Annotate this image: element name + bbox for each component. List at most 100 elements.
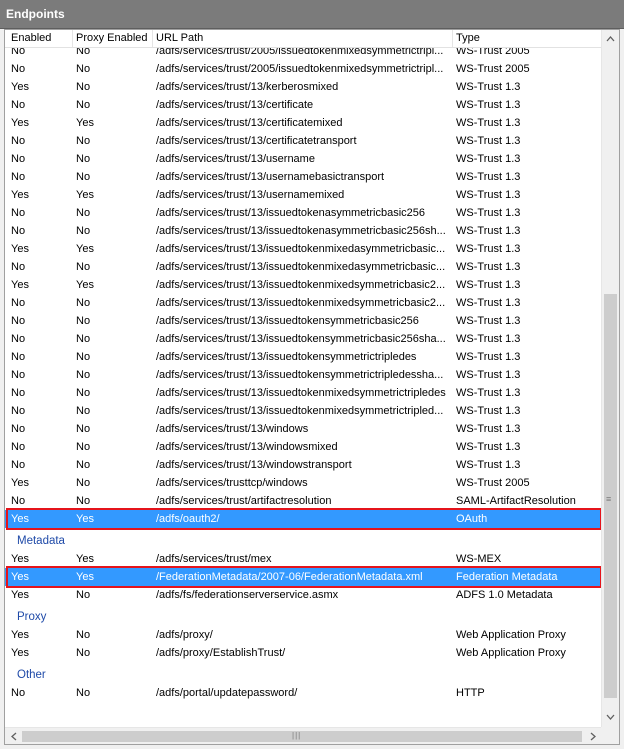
- column-divider[interactable]: [452, 30, 453, 47]
- cell-enabled: No: [11, 459, 26, 471]
- scroll-down-button[interactable]: [602, 708, 619, 725]
- table-row[interactable]: No No/adfs/portal/updatepassword/HTTP: [5, 684, 601, 702]
- cell-enabled: Yes: [11, 243, 29, 255]
- table-row[interactable]: No No/adfs/services/trust/13/issuedtokenm…: [5, 384, 601, 402]
- cell-url-path: /adfs/services/trusttcp/windows: [156, 477, 308, 489]
- table-row[interactable]: Yes Yes/FederationMetadata/2007-06/Federa…: [5, 568, 601, 586]
- table-row[interactable]: No No/adfs/services/trust/13/windows WS-Tr…: [5, 420, 601, 438]
- table-row[interactable]: No No/adfs/services/trust/13/windowstrans…: [5, 456, 601, 474]
- table-row[interactable]: No No/adfs/services/trust/13/issuedtokens…: [5, 312, 601, 330]
- table-row[interactable]: Yes No/adfs/fs/federationserverservice.as…: [5, 586, 601, 604]
- cell-url-path: /adfs/services/trust/13/usernamebasictra…: [156, 171, 385, 183]
- table-row[interactable]: No No/adfs/services/trust/13/windowsmixed…: [5, 438, 601, 456]
- cell-type: WS-Trust 1.3: [456, 207, 521, 219]
- column-header-enabled[interactable]: Enabled: [11, 32, 51, 44]
- column-header: Enabled Proxy Enabled URL Path Type: [5, 30, 601, 48]
- cell-url-path: /adfs/services/trust/13/issuedtokensymme…: [156, 333, 446, 345]
- cell-enabled: No: [11, 315, 26, 327]
- cell-url-path: /FederationMetadata/2007-06/FederationMe…: [156, 571, 423, 583]
- table-row[interactable]: No No/adfs/services/trust/13/username WS-T…: [5, 150, 601, 168]
- cell-proxy-enabled: No: [76, 261, 91, 273]
- table-row[interactable]: No No/adfs/services/trust/13/issuedtokens…: [5, 348, 601, 366]
- table-row[interactable]: Yes Yes/adfs/services/trust/mex WS-MEX: [5, 550, 601, 568]
- cell-url-path: /adfs/services/trust/13/usernamemixed: [156, 189, 345, 201]
- cell-type: WS-Trust 1.3: [456, 225, 521, 237]
- table-row[interactable]: No No/adfs/services/trust/13/issuedtokenm…: [5, 258, 601, 276]
- cell-proxy-enabled: Yes: [76, 279, 94, 291]
- cell-type: WS-Trust 1.3: [456, 459, 521, 471]
- table-row[interactable]: No No/adfs/services/trust/13/issuedtokenm…: [5, 402, 601, 420]
- triangle-left-icon: [10, 732, 16, 741]
- cell-type: Web Application Proxy: [456, 629, 566, 641]
- table-row[interactable]: Yes Yes/adfs/services/trust/13/issuedtoke…: [5, 240, 601, 258]
- table-row[interactable]: No No/adfs/services/trust/13/issuedtokens…: [5, 330, 601, 348]
- table-row[interactable]: Yes Yes/adfs/services/trust/13/usernamemi…: [5, 186, 601, 204]
- cell-type: WS-Trust 1.3: [456, 333, 521, 345]
- cell-enabled: Yes: [11, 629, 29, 641]
- table-row[interactable]: Yes No/adfs/services/trust/13/kerberosmix…: [5, 78, 601, 96]
- cell-proxy-enabled: No: [76, 351, 91, 363]
- scroll-right-button[interactable]: [584, 728, 601, 744]
- cell-type: WS-Trust 1.3: [456, 243, 521, 255]
- cell-enabled: Yes: [11, 81, 29, 93]
- cell-url-path: /adfs/services/trust/13/issuedtokensymme…: [156, 351, 417, 363]
- endpoints-list[interactable]: No No/adfs/services/trust/2005/issuedtoke…: [4, 29, 620, 745]
- column-header-type[interactable]: Type: [456, 32, 480, 44]
- table-row[interactable]: Yes No/adfs/proxy/Web Application Proxy: [5, 626, 601, 644]
- cell-enabled: No: [11, 261, 26, 273]
- scroll-up-button[interactable]: [602, 30, 619, 47]
- cell-enabled: No: [11, 99, 26, 111]
- cell-type: OAuth: [456, 513, 488, 525]
- table-row[interactable]: No No/adfs/services/trust/13/usernamebasi…: [5, 168, 601, 186]
- table-row[interactable]: Yes No/adfs/services/trusttcp/windows WS-T…: [5, 474, 601, 492]
- cell-type: WS-Trust 1.3: [456, 297, 521, 309]
- column-divider[interactable]: [72, 30, 73, 47]
- cell-url-path: /adfs/services/trust/13/username: [156, 153, 315, 165]
- table-row[interactable]: No No/adfs/services/trust/13/issuedtokena…: [5, 222, 601, 240]
- cell-enabled: No: [11, 333, 26, 345]
- horizontal-scroll-thumb[interactable]: |||: [22, 731, 582, 742]
- cell-proxy-enabled: No: [76, 405, 91, 417]
- column-header-url-path[interactable]: URL Path: [156, 32, 203, 44]
- table-row[interactable]: No No/adfs/services/trust/2005/issuedtoke…: [5, 60, 601, 78]
- table-row[interactable]: No No/adfs/services/trust/13/issuedtokena…: [5, 204, 601, 222]
- table-row[interactable]: Yes Yes/adfs/services/trust/13/issuedtoke…: [5, 276, 601, 294]
- table-row[interactable]: No No/adfs/services/trust/artifactresolut…: [5, 492, 601, 510]
- cell-proxy-enabled: No: [76, 135, 91, 147]
- cell-proxy-enabled: No: [76, 99, 91, 111]
- vertical-scrollbar[interactable]: ≡: [601, 30, 619, 727]
- cell-type: Web Application Proxy: [456, 647, 566, 659]
- cell-enabled: Yes: [11, 189, 29, 201]
- panel-title: Endpoints: [6, 7, 65, 21]
- cell-url-path: /adfs/services/trust/13/windowsmixed: [156, 441, 338, 453]
- cell-enabled: Yes: [11, 647, 29, 659]
- table-row[interactable]: Yes Yes/adfs/oauth2/OAuth: [5, 510, 601, 528]
- cell-type: WS-Trust 1.3: [456, 423, 521, 435]
- scroll-left-button[interactable]: [5, 728, 22, 744]
- column-header-proxy-enabled[interactable]: Proxy Enabled: [76, 32, 148, 44]
- table-row[interactable]: Yes No/adfs/proxy/EstablishTrust/Web Appl…: [5, 644, 601, 662]
- cell-url-path: /adfs/proxy/: [156, 629, 213, 641]
- cell-url-path: /adfs/services/trust/13/issuedtokenmixed…: [156, 387, 446, 399]
- cell-proxy-enabled: No: [76, 297, 91, 309]
- cell-url-path: /adfs/portal/updatepassword/: [156, 687, 298, 699]
- horizontal-scrollbar[interactable]: |||: [5, 727, 601, 744]
- table-row[interactable]: Yes Yes/adfs/services/trust/13/certificat…: [5, 114, 601, 132]
- cell-type: WS-Trust 1.3: [456, 441, 521, 453]
- table-row[interactable]: No No/adfs/services/trust/13/certificatet…: [5, 132, 601, 150]
- cell-proxy-enabled: No: [76, 369, 91, 381]
- cell-url-path: /adfs/services/trust/13/issuedtokenmixed…: [156, 243, 446, 255]
- table-row[interactable]: No No/adfs/services/trust/13/issuedtokens…: [5, 366, 601, 384]
- cell-proxy-enabled: Yes: [76, 189, 94, 201]
- cell-url-path: /adfs/services/trust/mex: [156, 553, 272, 565]
- group-header: Other: [17, 669, 46, 681]
- cell-url-path: /adfs/services/trust/13/issuedtokenmixed…: [156, 297, 446, 309]
- cell-proxy-enabled: Yes: [76, 117, 94, 129]
- cell-proxy-enabled: No: [76, 687, 91, 699]
- column-resize-grip-icon[interactable]: ≡: [606, 495, 615, 504]
- table-row[interactable]: No No/adfs/services/trust/13/certificate W…: [5, 96, 601, 114]
- table-row[interactable]: No No/adfs/services/trust/13/issuedtokenm…: [5, 294, 601, 312]
- column-divider[interactable]: [152, 30, 153, 47]
- cell-url-path: /adfs/services/trust/13/certificate: [156, 99, 314, 111]
- list-body: No No/adfs/services/trust/2005/issuedtoke…: [5, 42, 601, 727]
